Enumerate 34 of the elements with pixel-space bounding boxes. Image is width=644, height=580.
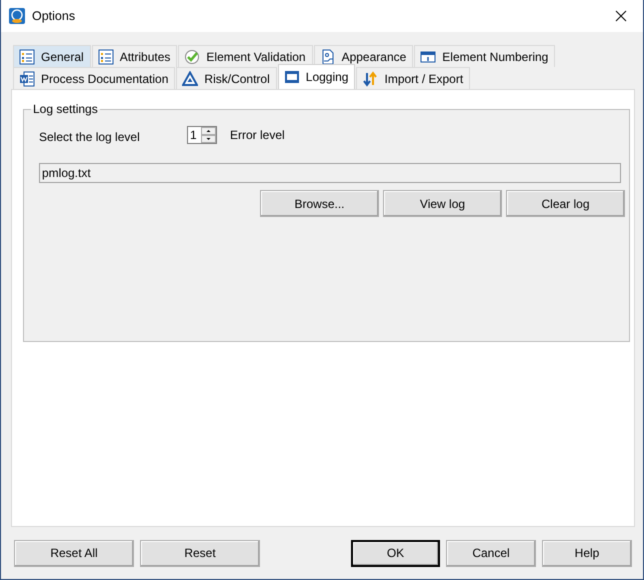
- window-icon: [284, 69, 300, 85]
- log-file-field[interactable]: pmlog.txt: [39, 163, 621, 183]
- up-down-arrows-icon: [362, 70, 378, 86]
- list-icon: [19, 48, 35, 64]
- log-button[interactable]: Browse...: [260, 190, 379, 217]
- log-level-spinner[interactable]: 1: [187, 126, 217, 144]
- group-title: Log settings: [32, 102, 99, 116]
- list-icon: [98, 48, 114, 64]
- tab[interactable]: Process Documentation: [13, 67, 176, 89]
- tab[interactable]: Element Validation: [178, 45, 313, 67]
- tab[interactable]: Logging: [278, 64, 356, 89]
- tab[interactable]: Attributes: [92, 45, 178, 67]
- dialog-button[interactable]: OK: [351, 540, 440, 566]
- tab[interactable]: Appearance: [314, 45, 414, 67]
- dialog-button[interactable]: Help: [542, 540, 632, 566]
- app-icon: [9, 8, 25, 24]
- form-icon: [320, 48, 336, 64]
- log-button[interactable]: Clear log: [506, 190, 625, 217]
- reset-button[interactable]: Reset: [140, 540, 260, 566]
- numbering-icon: [420, 48, 436, 64]
- tab[interactable]: General: [13, 45, 91, 67]
- document-icon: [19, 70, 35, 86]
- tab[interactable]: Risk/Control: [176, 67, 277, 89]
- warning-triangle-icon: [182, 70, 198, 86]
- level-name-label: Error level: [230, 128, 285, 142]
- tab[interactable]: Import / Export: [356, 67, 470, 89]
- window-title: Options: [32, 9, 76, 23]
- log-level-label: Select the log level: [39, 130, 141, 144]
- checkmark-icon: [184, 48, 200, 64]
- dialog-button[interactable]: Cancel: [446, 540, 536, 566]
- reset-button[interactable]: Reset All: [14, 540, 134, 566]
- log-button[interactable]: View log: [383, 190, 502, 217]
- close-icon[interactable]: [615, 10, 627, 22]
- tab[interactable]: Element Numbering: [414, 45, 556, 67]
